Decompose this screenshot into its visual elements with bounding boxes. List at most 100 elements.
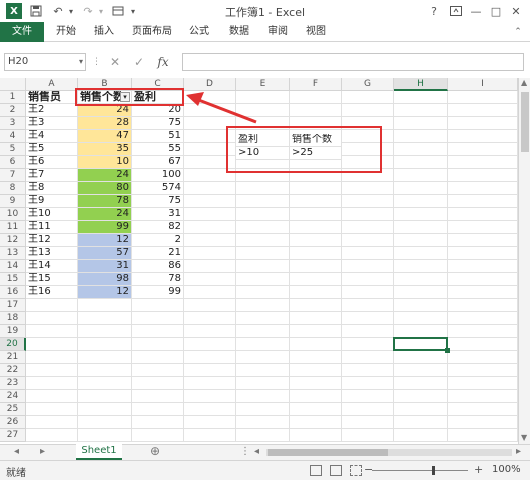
cell[interactable] [78, 364, 132, 377]
cell[interactable] [394, 403, 448, 416]
cell[interactable] [236, 286, 290, 299]
cell[interactable] [394, 429, 448, 442]
row-header-20[interactable]: 20 [0, 338, 26, 351]
cell[interactable] [78, 390, 132, 403]
cell[interactable] [78, 338, 132, 351]
scroll-up-icon[interactable]: ▲ [521, 78, 527, 87]
cell[interactable] [78, 429, 132, 442]
cell[interactable] [394, 312, 448, 325]
cell[interactable] [342, 273, 394, 286]
cell[interactable] [290, 390, 342, 403]
sales-count-cell[interactable]: 12 [78, 286, 132, 299]
row-header-25[interactable]: 25 [0, 403, 26, 416]
cell[interactable] [26, 390, 78, 403]
row-header-21[interactable]: 21 [0, 351, 26, 364]
cell[interactable] [132, 351, 184, 364]
cell[interactable] [184, 416, 236, 429]
close-button[interactable]: ✕ [506, 2, 526, 20]
row-header-26[interactable]: 26 [0, 416, 26, 429]
cell[interactable] [448, 338, 518, 351]
cell[interactable] [448, 429, 518, 442]
cell[interactable] [342, 325, 394, 338]
cell[interactable] [448, 221, 518, 234]
sales-count-cell[interactable]: 12 [78, 234, 132, 247]
tab-formulas[interactable]: 公式 [182, 22, 216, 42]
cell[interactable] [448, 351, 518, 364]
cell[interactable] [290, 260, 342, 273]
cell[interactable] [342, 364, 394, 377]
cell[interactable] [448, 390, 518, 403]
cell[interactable] [236, 299, 290, 312]
cell[interactable] [132, 299, 184, 312]
zoom-level[interactable]: 100% [492, 464, 521, 475]
salesperson-cell[interactable]: 王14 [26, 260, 78, 273]
row-header-11[interactable]: 11 [0, 221, 26, 234]
ribbon-display-button[interactable] [446, 2, 466, 20]
cell[interactable] [290, 286, 342, 299]
profit-cell[interactable]: 86 [132, 260, 184, 273]
cell[interactable] [184, 377, 236, 390]
name-box[interactable]: H20 ▾ [4, 53, 86, 71]
sheet-tab-sheet1[interactable]: Sheet1 [76, 444, 122, 460]
cell[interactable] [290, 247, 342, 260]
cell[interactable] [394, 299, 448, 312]
cell[interactable] [184, 429, 236, 442]
cell[interactable] [342, 260, 394, 273]
cell[interactable] [448, 364, 518, 377]
cell[interactable] [290, 377, 342, 390]
cell[interactable] [394, 273, 448, 286]
tab-view[interactable]: 视图 [300, 22, 332, 42]
row-header-15[interactable]: 15 [0, 273, 26, 286]
profit-cell[interactable]: 99 [132, 286, 184, 299]
profit-cell[interactable]: 21 [132, 247, 184, 260]
salesperson-cell[interactable]: 王16 [26, 286, 78, 299]
cell[interactable] [290, 312, 342, 325]
cell[interactable] [132, 429, 184, 442]
salesperson-cell[interactable]: 王11 [26, 221, 78, 234]
cell[interactable] [394, 260, 448, 273]
sheet-scroll-grip-icon[interactable]: ⋮ [240, 446, 250, 457]
horizontal-scroll-thumb[interactable] [268, 449, 388, 456]
cell[interactable] [184, 221, 236, 234]
row-header-24[interactable]: 24 [0, 390, 26, 403]
cell[interactable] [342, 416, 394, 429]
cell[interactable] [78, 312, 132, 325]
profit-cell[interactable]: 82 [132, 221, 184, 234]
next-sheet-icon[interactable]: ▸ [40, 446, 45, 457]
cell[interactable] [236, 364, 290, 377]
row-header-18[interactable]: 18 [0, 312, 26, 325]
cell[interactable] [394, 377, 448, 390]
minimize-button[interactable]: — [466, 2, 486, 20]
cell[interactable] [394, 364, 448, 377]
scroll-left-icon[interactable]: ◂ [254, 446, 259, 457]
cell[interactable] [448, 403, 518, 416]
cell[interactable] [448, 377, 518, 390]
cell[interactable] [290, 403, 342, 416]
insert-function-icon[interactable]: fx [154, 53, 172, 71]
profit-cell[interactable]: 78 [132, 273, 184, 286]
cell[interactable] [290, 325, 342, 338]
cell[interactable] [78, 416, 132, 429]
cell[interactable] [26, 416, 78, 429]
cell[interactable] [26, 299, 78, 312]
tab-page-layout[interactable]: 页面布局 [128, 22, 176, 42]
cell[interactable] [26, 351, 78, 364]
vertical-scroll-thumb[interactable] [521, 92, 529, 152]
cell[interactable] [342, 338, 394, 351]
row-header-12[interactable]: 12 [0, 234, 26, 247]
cell[interactable] [342, 286, 394, 299]
cell[interactable] [236, 325, 290, 338]
cell[interactable] [236, 234, 290, 247]
tab-review[interactable]: 审阅 [262, 22, 294, 42]
zoom-in-button[interactable]: + [474, 463, 483, 476]
sales-count-cell[interactable]: 98 [78, 273, 132, 286]
row-header-14[interactable]: 14 [0, 260, 26, 273]
help-button[interactable]: ? [424, 2, 444, 20]
row-header-13[interactable]: 13 [0, 247, 26, 260]
cell[interactable] [290, 338, 342, 351]
row-header-22[interactable]: 22 [0, 364, 26, 377]
cell[interactable] [290, 416, 342, 429]
row-header-27[interactable]: 27 [0, 429, 26, 442]
cell[interactable] [394, 286, 448, 299]
cell[interactable] [236, 247, 290, 260]
